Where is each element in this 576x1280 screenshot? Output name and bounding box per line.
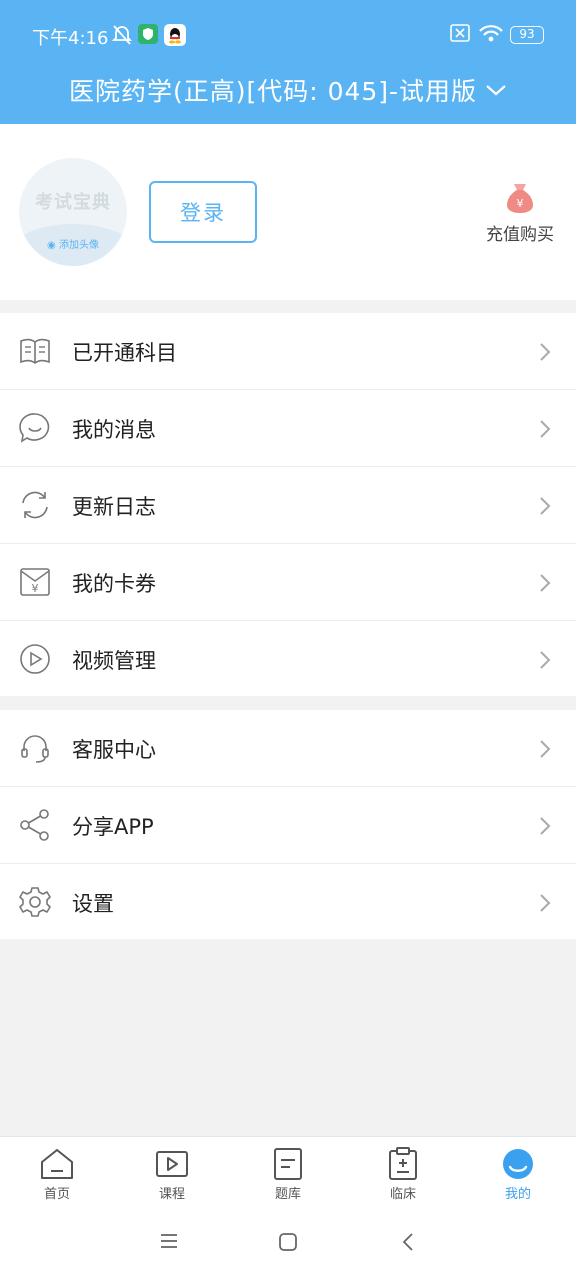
tab-mine[interactable]: 我的 (478, 1147, 558, 1207)
battery-icon: 93 (510, 26, 544, 44)
battery-level: 93 (519, 27, 535, 41)
menu-label: 我的消息 (72, 418, 156, 442)
status-time: 下午4:16 (32, 28, 109, 49)
avatar-logo: 考试宝典 (35, 192, 111, 213)
tab-label: 课程 (158, 1187, 185, 1202)
chevron-right-icon (540, 574, 551, 592)
refresh-icon (22, 491, 48, 519)
qq-icon (164, 24, 186, 46)
tab-label: 首页 (43, 1187, 70, 1202)
chevron-right-icon (540, 651, 551, 669)
back-icon[interactable] (400, 1232, 416, 1252)
book-icon (20, 338, 50, 364)
menu-item-customer-service[interactable]: 客服中心 (0, 710, 576, 787)
chevron-right-icon (540, 740, 551, 758)
home-icon (41, 1149, 73, 1179)
menu-label: 已开通科目 (72, 341, 177, 365)
subject-selector[interactable]: 医院药学(正高)[代码: 045]-试用版 (0, 70, 576, 110)
recharge-label: 充值购买 (486, 225, 554, 245)
chevron-right-icon (540, 817, 551, 835)
menu-item-coupons[interactable]: ¥ 我的卡券 (0, 544, 576, 621)
menu-item-changelog[interactable]: 更新日志 (0, 467, 576, 544)
home-square-icon[interactable] (278, 1232, 298, 1252)
add-avatar-label: ◉ 添加头像 (47, 240, 99, 251)
menu-group-support: 客服中心 分享APP 设置 (0, 710, 576, 939)
menu-label: 设置 (72, 892, 114, 916)
menu-label: 客服中心 (72, 738, 156, 762)
tab-home[interactable]: 首页 (17, 1147, 97, 1207)
headset-icon (21, 735, 49, 763)
share-icon (20, 809, 49, 841)
avatar[interactable]: 考试宝典 ◉ 添加头像 (19, 158, 127, 266)
gear-icon (19, 887, 51, 917)
page-title: 医院药学(正高)[代码: 045]-试用版 (68, 77, 478, 106)
message-icon (19, 413, 50, 443)
video-play-icon (20, 644, 50, 674)
money-bag-icon: ¥ (507, 184, 533, 213)
menu-item-subjects[interactable]: 已开通科目 (0, 313, 576, 390)
tab-label: 临床 (389, 1187, 416, 1202)
status-bar: 下午4:16 93 (0, 20, 576, 52)
profile-card: 考试宝典 ◉ 添加头像 登录 ¥ 充值购买 (0, 124, 576, 300)
chevron-right-icon (540, 497, 551, 515)
chevron-right-icon (540, 343, 551, 361)
alarm-off-icon (112, 25, 132, 45)
menu-item-share[interactable]: 分享APP (0, 787, 576, 864)
shield-app-icon (138, 24, 158, 44)
system-nav-bar (0, 1208, 576, 1280)
bottom-nav: 首页 课程 题库 临床 我的 (0, 1136, 576, 1208)
wifi-icon (479, 25, 503, 42)
chevron-down-icon (486, 85, 506, 96)
menu-label: 视频管理 (72, 649, 156, 673)
question-bank-icon (274, 1148, 302, 1180)
menu-label: 分享APP (72, 815, 154, 839)
svg-text:¥: ¥ (517, 197, 524, 210)
chevron-right-icon (540, 894, 551, 912)
tab-clinic[interactable]: 临床 (363, 1147, 443, 1207)
recharge-button[interactable]: ¥ 充值购买 (476, 176, 564, 248)
login-button[interactable]: 登录 (149, 181, 257, 243)
menu-item-settings[interactable]: 设置 (0, 864, 576, 941)
tab-course[interactable]: 课程 (132, 1147, 212, 1207)
menu-label: 我的卡券 (72, 572, 156, 596)
clinic-icon (389, 1147, 417, 1180)
menu-item-video-manage[interactable]: 视频管理 (0, 621, 576, 698)
header-bar: 下午4:16 93 医院药学(正高)[代码: 045]-试用版 (0, 0, 576, 124)
tab-label: 题库 (274, 1187, 301, 1202)
menu-icon[interactable] (159, 1232, 179, 1250)
tab-label: 我的 (504, 1187, 531, 1202)
mine-icon (503, 1149, 533, 1179)
menu-group-account: 已开通科目 我的消息 更新日志 ¥ 我的卡券 视频管理 (0, 313, 576, 696)
sim-x-icon (450, 24, 470, 42)
coupon-icon: ¥ (20, 568, 50, 596)
course-icon (156, 1151, 188, 1177)
tab-question-bank[interactable]: 题库 (248, 1147, 328, 1207)
camera-icon: ◉ (47, 240, 56, 251)
svg-text:¥: ¥ (32, 582, 39, 595)
chevron-right-icon (540, 420, 551, 438)
menu-label: 更新日志 (72, 495, 156, 519)
menu-item-messages[interactable]: 我的消息 (0, 390, 576, 467)
